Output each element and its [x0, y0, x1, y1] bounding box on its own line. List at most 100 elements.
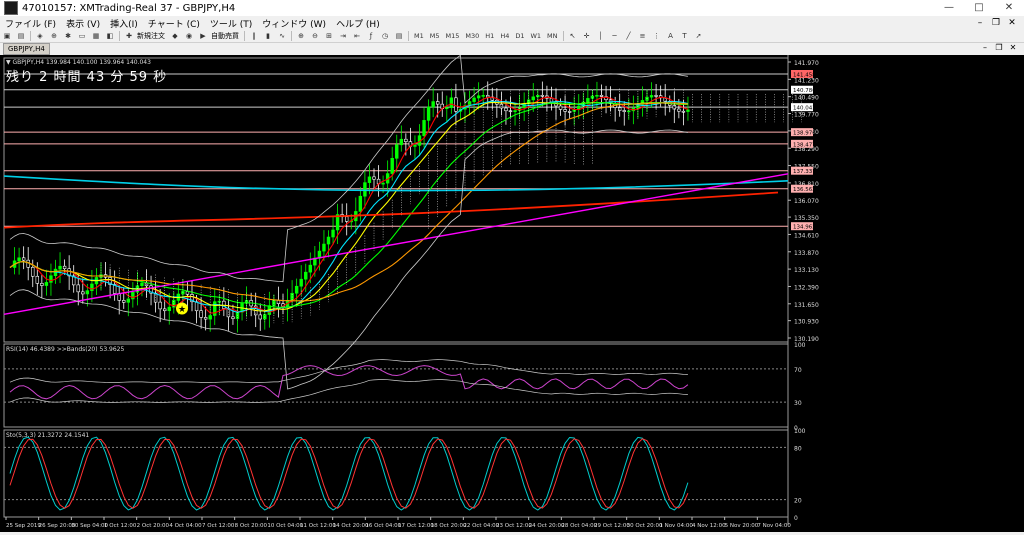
price-tick-label: 140.490: [794, 95, 819, 102]
fibonacci-icon[interactable]: ⋮: [651, 31, 663, 41]
candle-body: [58, 265, 62, 270]
tf-mn[interactable]: MN: [544, 32, 560, 40]
navigator-icon[interactable]: ✱: [62, 31, 74, 41]
toolbar: ▣ ▤ ◈ ⊕ ✱ ▭ ▦ ◧ ✚ 新規注文 ◆ ◉ ▶ 自動売買 ‖ ▮ ∿ …: [0, 30, 1024, 43]
time-tick-label: 4 Oct 04:00: [169, 523, 202, 529]
menu-insert[interactable]: 挿入(I): [105, 17, 143, 30]
signals-icon[interactable]: ◉: [183, 31, 195, 41]
text-tool-icon[interactable]: A: [665, 31, 677, 41]
horizontal-line-icon[interactable]: ─: [609, 31, 621, 41]
close-button[interactable]: ✕: [994, 0, 1024, 16]
new-order-button[interactable]: 新規注文: [137, 31, 165, 41]
candle-body: [586, 98, 590, 103]
tf-h4[interactable]: H4: [497, 32, 512, 40]
stoch-tick-label: 20: [794, 498, 802, 505]
candle-body: [62, 265, 67, 270]
zoom-out-icon[interactable]: ⊖: [309, 31, 321, 41]
tf-d1[interactable]: D1: [512, 32, 527, 40]
rsi-label: RSI(14) 46.4389 >>Bands(20) 53.9625: [6, 346, 124, 353]
chart-close-icon[interactable]: ✕: [1006, 43, 1020, 53]
menu-view[interactable]: 表示 (V): [61, 17, 105, 30]
auto-trade-icon[interactable]: ▶: [197, 31, 209, 41]
label-tool-icon[interactable]: T: [679, 31, 691, 41]
auto-trade-button[interactable]: 自動売買: [211, 31, 239, 41]
chart-minimize-icon[interactable]: –: [978, 43, 992, 53]
candle-body: [122, 300, 126, 303]
chart-shift-icon[interactable]: ⇤: [351, 31, 363, 41]
candle-body: [49, 275, 53, 283]
line-chart-icon[interactable]: ∿: [276, 31, 288, 41]
menu-chart[interactable]: チャート (C): [143, 17, 205, 30]
market-watch-icon[interactable]: ◈: [34, 31, 46, 41]
price-level-label: 134.962: [793, 225, 816, 231]
candle-body: [481, 95, 485, 97]
candle-body: [486, 95, 490, 98]
candle-body: [308, 264, 312, 273]
candlestick-icon[interactable]: ▮: [262, 31, 274, 41]
candle-body: [367, 176, 372, 183]
templates-icon[interactable]: ▤: [393, 31, 405, 41]
autoscroll-icon[interactable]: ⇥: [337, 31, 349, 41]
candle-body: [422, 120, 426, 136]
trendline-icon[interactable]: ╱: [623, 31, 635, 41]
tf-m5[interactable]: M5: [427, 32, 443, 40]
candle-body: [549, 97, 554, 103]
candle-body: [44, 282, 49, 286]
mdi-minimize-icon[interactable]: –: [972, 16, 988, 30]
zoom-in-icon[interactable]: ⊕: [295, 31, 307, 41]
tf-h1[interactable]: H1: [482, 32, 497, 40]
chart-doc-tab[interactable]: GBPJPY,H4: [3, 43, 50, 55]
maximize-button[interactable]: □: [964, 0, 994, 16]
profiles-icon[interactable]: ▤: [15, 31, 27, 41]
menu-tools[interactable]: ツール (T): [205, 17, 257, 30]
data-window-icon[interactable]: ⊕: [48, 31, 60, 41]
candle-body: [208, 315, 212, 320]
cursor-icon[interactable]: ↖: [567, 31, 579, 41]
tester-icon[interactable]: ▦: [90, 31, 102, 41]
equidistant-channel-icon[interactable]: ≡: [637, 31, 649, 41]
minimize-button[interactable]: —: [934, 0, 964, 16]
bar-chart-icon[interactable]: ‖: [248, 31, 260, 41]
tf-w1[interactable]: W1: [527, 32, 544, 40]
stoch-tick-label: 0: [794, 515, 798, 522]
candle-body: [472, 97, 476, 102]
mdi-close-icon[interactable]: ✕: [1004, 16, 1020, 30]
candle-body: [686, 109, 690, 112]
time-tick-label: 25 Sep 2019: [6, 523, 41, 529]
options-icon[interactable]: ◧: [104, 31, 116, 41]
periods-icon[interactable]: ◷: [379, 31, 391, 41]
new-order-icon[interactable]: ✚: [123, 31, 135, 41]
tile-windows-icon[interactable]: ⊞: [323, 31, 335, 41]
price-tick-label: 135.350: [794, 215, 819, 222]
tf-m15[interactable]: M15: [443, 32, 463, 40]
time-tick-label: 30 Oct 20:00: [627, 523, 663, 529]
candle-body: [299, 278, 303, 287]
indicators-icon[interactable]: ƒ: [365, 31, 377, 41]
candle-body: [126, 298, 131, 303]
candle-body: [454, 97, 458, 112]
new-chart-icon[interactable]: ▣: [1, 31, 13, 41]
ichimoku-cloud-group: [100, 87, 802, 324]
candle-body: [595, 95, 599, 97]
candle-body: [258, 314, 262, 320]
arrows-icon[interactable]: ➚: [693, 31, 705, 41]
time-tick-label: 2 Oct 20:00: [137, 523, 170, 529]
terminal-icon[interactable]: ▭: [76, 31, 88, 41]
chart-canvas[interactable]: 141.970141.230140.490139.770139.030138.2…: [0, 54, 1024, 532]
tf-m30[interactable]: M30: [462, 32, 482, 40]
tf-m1[interactable]: M1: [411, 32, 427, 40]
mdi-restore-icon[interactable]: ❐: [988, 16, 1004, 30]
chart-restore-icon[interactable]: ❐: [992, 43, 1006, 53]
menu-window[interactable]: ウィンドウ (W): [257, 17, 331, 30]
vertical-line-icon[interactable]: │: [595, 31, 607, 41]
star-marker-glyph: ★: [178, 305, 186, 315]
metaeditor-icon[interactable]: ◆: [169, 31, 181, 41]
crosshair-icon[interactable]: ✛: [581, 31, 593, 41]
candle-body: [76, 284, 80, 293]
time-tick-label: 1 Oct 12:00: [104, 523, 137, 529]
mt4-app-icon: [4, 1, 18, 15]
menu-help[interactable]: ヘルプ (H): [331, 17, 385, 30]
chart-window[interactable]: 141.970141.230140.490139.770139.030138.2…: [0, 54, 1024, 532]
menu-file[interactable]: ファイル (F): [0, 17, 61, 30]
candle-body: [163, 308, 167, 312]
